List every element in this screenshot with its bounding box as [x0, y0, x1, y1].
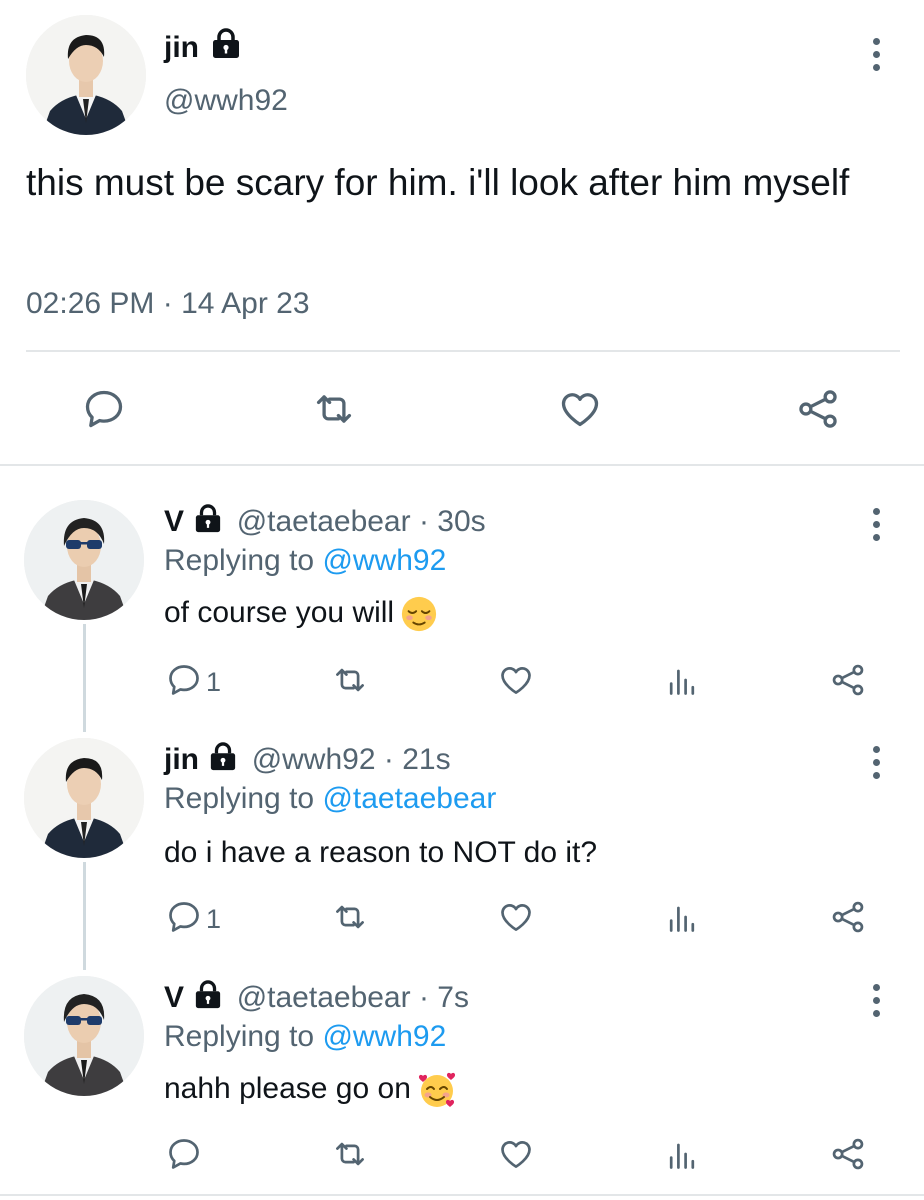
- avatar-image: [24, 976, 144, 1096]
- share-icon[interactable]: [830, 662, 866, 698]
- reply-author-handle[interactable]: @wwh92: [252, 743, 376, 776]
- reply-header: V @taetaebear · 7s: [164, 980, 469, 1015]
- avatar-image: [24, 500, 144, 620]
- more-icon[interactable]: [870, 746, 882, 779]
- reply-time: · 30s: [418, 505, 486, 538]
- smiling-face-with-hearts-icon: [418, 1072, 455, 1107]
- replying-prefix: Replying to: [164, 1020, 323, 1053]
- views-icon[interactable]: [664, 662, 700, 698]
- reply-avatar[interactable]: [24, 738, 144, 858]
- reply-header: V @taetaebear · 30s: [164, 504, 486, 539]
- reply-text: do i have a reason to NOT do it?: [164, 836, 598, 869]
- tweet-timestamp[interactable]: 02:26 PM · 14 Apr 23: [26, 287, 310, 321]
- tweet-time: 02:26 PM: [26, 287, 155, 320]
- replying-prefix: Replying to: [164, 782, 323, 815]
- replying-to-link[interactable]: @wwh92: [322, 544, 446, 577]
- reply-icon[interactable]: [166, 662, 202, 698]
- reply-header: jin @wwh92 · 21s: [164, 742, 451, 777]
- reply-avatar[interactable]: [24, 500, 144, 620]
- author-name-text: jin: [164, 31, 199, 64]
- tweet-text: this must be scary for him. i'll look af…: [26, 162, 850, 203]
- replying-prefix: Replying to: [164, 544, 323, 577]
- retweet-icon[interactable]: [332, 1136, 368, 1172]
- replying-to: Replying to @wwh92: [164, 544, 446, 578]
- thread-line: [83, 624, 86, 732]
- like-icon[interactable]: [558, 387, 602, 431]
- reply-avatar[interactable]: [24, 976, 144, 1096]
- author-name[interactable]: jin: [164, 28, 241, 65]
- reply-count: 1: [206, 904, 222, 934]
- relieved-face-icon: [402, 596, 437, 632]
- like-icon[interactable]: [498, 662, 534, 698]
- replying-to: Replying to @wwh92: [164, 1020, 446, 1054]
- retweet-icon[interactable]: [332, 899, 368, 935]
- reply-text-body: of course you will: [164, 595, 395, 629]
- retweet-icon[interactable]: [332, 662, 368, 698]
- reply-author-handle[interactable]: @taetaebear: [237, 505, 411, 538]
- divider: [0, 464, 924, 466]
- reply-count: 1: [206, 667, 222, 697]
- tweet-date: 14 Apr 23: [181, 287, 310, 320]
- reply-icon[interactable]: [82, 387, 126, 431]
- lock-icon: [209, 742, 237, 772]
- lock-icon: [211, 28, 241, 60]
- replying-to-link[interactable]: @wwh92: [322, 1020, 446, 1053]
- reply-text-body: nahh please go on: [164, 1071, 411, 1105]
- retweet-icon[interactable]: [312, 387, 356, 431]
- views-icon[interactable]: [664, 899, 700, 935]
- lock-icon: [194, 980, 222, 1010]
- meta-separator: ·: [162, 287, 173, 320]
- reply-icon[interactable]: [166, 899, 202, 935]
- avatar-image: [24, 738, 144, 858]
- reply-author-name[interactable]: jin: [164, 743, 199, 776]
- like-icon[interactable]: [498, 1136, 534, 1172]
- views-icon[interactable]: [664, 1136, 700, 1172]
- share-icon[interactable]: [830, 899, 866, 935]
- more-icon[interactable]: [870, 984, 882, 1017]
- share-icon[interactable]: [796, 387, 840, 431]
- replying-to-link[interactable]: @taetaebear: [322, 782, 496, 815]
- more-icon[interactable]: [870, 508, 882, 541]
- thread-line: [83, 862, 86, 970]
- lock-icon: [194, 504, 222, 534]
- reply-author-handle[interactable]: @taetaebear: [237, 981, 411, 1014]
- avatar-image: [26, 15, 146, 135]
- divider: [26, 350, 900, 352]
- reply-icon[interactable]: [166, 1136, 202, 1172]
- reply-author-name[interactable]: V: [164, 981, 184, 1014]
- reply-author-name[interactable]: V: [164, 505, 184, 538]
- reply-text: of course you will: [164, 595, 438, 633]
- reply-time: · 21s: [383, 743, 451, 776]
- like-icon[interactable]: [498, 899, 534, 935]
- more-icon[interactable]: [870, 38, 882, 71]
- divider: [0, 1194, 924, 1196]
- replying-to: Replying to @taetaebear: [164, 782, 496, 816]
- reply-text: nahh please go on: [164, 1070, 457, 1110]
- reply-time: · 7s: [418, 981, 469, 1014]
- share-icon[interactable]: [830, 1136, 866, 1172]
- author-avatar[interactable]: [26, 15, 146, 135]
- author-handle[interactable]: @wwh92: [164, 84, 288, 118]
